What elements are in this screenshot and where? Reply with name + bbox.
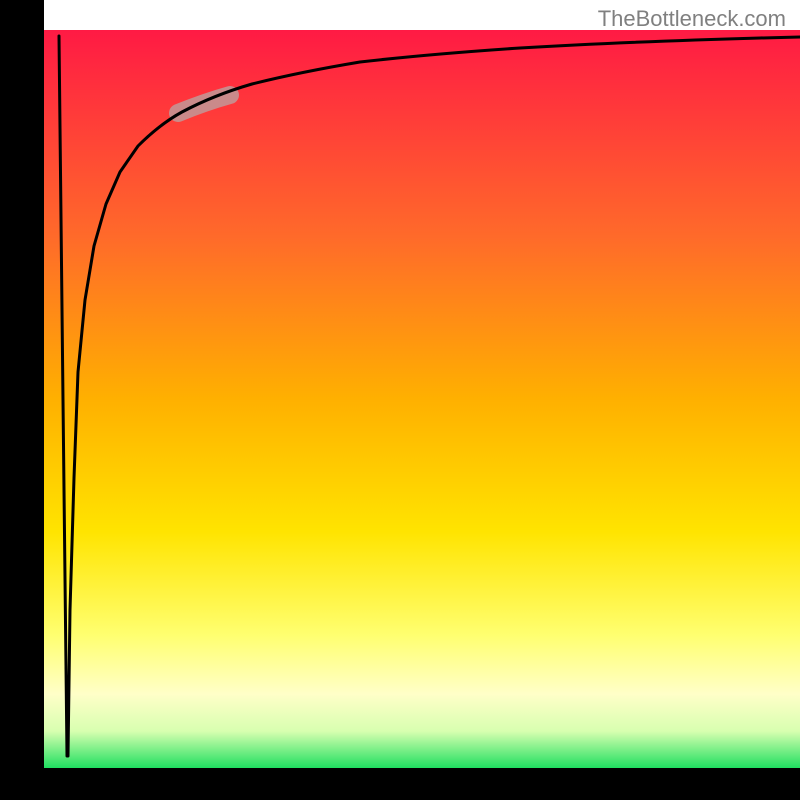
axis-bottom: [0, 768, 800, 800]
chart-root: { "watermark": "TheBottleneck.com", "col…: [0, 0, 800, 800]
axis-left: [0, 0, 44, 800]
watermark-text: TheBottleneck.com: [598, 6, 786, 32]
chart-svg: [0, 0, 800, 800]
plot-background: [44, 30, 800, 768]
